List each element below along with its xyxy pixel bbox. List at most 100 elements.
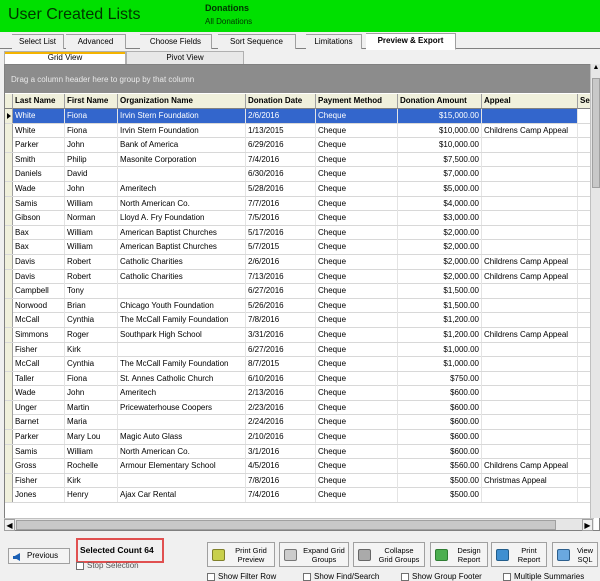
row-selector[interactable] <box>5 269 13 284</box>
cell-donation-amount[interactable]: $750.00 <box>398 371 482 386</box>
cell-organization[interactable]: Pricewaterhouse Coopers <box>118 400 246 415</box>
cell-appeal[interactable] <box>482 225 578 240</box>
cell-first-name[interactable]: Mary Lou <box>65 430 118 445</box>
checkbox-icon[interactable] <box>303 572 311 581</box>
cell-first-name[interactable]: Robert <box>65 269 118 284</box>
column-header-donation-amount[interactable]: Donation Amount <box>398 94 482 109</box>
row-selector[interactable] <box>5 415 13 430</box>
cell-first-name[interactable]: Norman <box>65 211 118 226</box>
cell-donation-date[interactable]: 3/1/2016 <box>246 444 316 459</box>
cell-donation-amount[interactable]: $10,000.00 <box>398 123 482 138</box>
cell-donation-date[interactable]: 7/8/2016 <box>246 313 316 328</box>
cell-last-name[interactable]: Campbell <box>13 284 65 299</box>
cell-appeal[interactable]: Childrens Camp Appeal <box>482 254 578 269</box>
column-header-first-name[interactable]: First Name <box>65 94 118 109</box>
cell-donation-date[interactable]: 3/31/2016 <box>246 327 316 342</box>
cell-donation-date[interactable]: 7/13/2016 <box>246 269 316 284</box>
row-selector[interactable] <box>5 123 13 138</box>
cell-donation-date[interactable]: 7/4/2016 <box>246 152 316 167</box>
cell-payment-method[interactable]: Cheque <box>316 109 398 123</box>
design-report-button[interactable]: Design Report <box>430 542 488 567</box>
table-row[interactable]: Norwood Brian Chicago Youth Foundation 5/26… <box>5 298 599 314</box>
table-row[interactable]: Wade John Ameritech 2/13/2016 Cheque $600.00 <box>5 386 599 401</box>
vertical-scroll-thumb[interactable] <box>592 78 600 188</box>
row-selector[interactable] <box>5 313 13 328</box>
table-row[interactable]: Samis William North American Co. 7/7/2016 Ch… <box>5 196 599 212</box>
cell-appeal[interactable] <box>482 415 578 430</box>
cell-payment-method[interactable]: Cheque <box>316 444 398 459</box>
cell-appeal[interactable] <box>482 284 578 299</box>
column-header-last-name[interactable]: Last Name <box>13 94 65 109</box>
cell-donation-amount[interactable]: $1,500.00 <box>398 298 482 313</box>
cell-donation-amount[interactable]: $7,500.00 <box>398 152 482 167</box>
cell-payment-method[interactable]: Cheque <box>316 430 398 445</box>
print-grid-preview-button[interactable]: Print Grid Preview <box>207 542 275 567</box>
cell-payment-method[interactable]: Cheque <box>316 240 398 255</box>
cell-organization[interactable]: Chicago Youth Foundation <box>118 298 246 313</box>
cell-donation-amount[interactable]: $1,200.00 <box>398 327 482 342</box>
cell-donation-date[interactable]: 8/7/2015 <box>246 357 316 372</box>
cell-appeal[interactable] <box>482 181 578 196</box>
cell-organization[interactable]: Catholic Charities <box>118 269 246 284</box>
table-row[interactable]: Davis Robert Catholic Charities 7/13/2016 Ch… <box>5 269 599 285</box>
cell-first-name[interactable]: Henry <box>65 488 118 503</box>
cell-payment-method[interactable]: Cheque <box>316 181 398 196</box>
cell-first-name[interactable]: Kirk <box>65 342 118 357</box>
cell-appeal[interactable] <box>482 109 578 123</box>
cell-payment-method[interactable]: Cheque <box>316 357 398 372</box>
cell-appeal[interactable]: Childrens Camp Appeal <box>482 269 578 284</box>
cell-payment-method[interactable]: Cheque <box>316 327 398 342</box>
cell-organization[interactable]: Irvin Stern Foundation <box>118 123 246 138</box>
cell-payment-method[interactable]: Cheque <box>316 298 398 313</box>
table-row[interactable]: Barnet Maria 2/24/2016 Cheque $600.00 <box>5 415 599 431</box>
checkbox-icon[interactable] <box>76 561 84 570</box>
cell-payment-method[interactable]: Cheque <box>316 269 398 284</box>
cell-last-name[interactable]: Bax <box>13 240 65 255</box>
cell-last-name[interactable]: Bax <box>13 225 65 240</box>
table-row[interactable]: Smith Philip Masonite Corporation 7/4/2016 C… <box>5 152 599 168</box>
column-header-donation-date[interactable]: Donation Date <box>246 94 316 109</box>
row-selector[interactable] <box>5 109 13 123</box>
cell-last-name[interactable]: McCall <box>13 357 65 372</box>
cell-donation-date[interactable]: 6/10/2016 <box>246 371 316 386</box>
table-row[interactable]: Parker John Bank of America 6/29/2016 Cheque… <box>5 138 599 153</box>
cell-last-name[interactable]: Daniels <box>13 167 65 182</box>
cell-first-name[interactable]: Kirk <box>65 473 118 488</box>
cell-donation-amount[interactable]: $600.00 <box>398 386 482 401</box>
cell-organization[interactable]: Southpark High School <box>118 327 246 342</box>
cell-appeal[interactable]: Childrens Camp Appeal <box>482 459 578 474</box>
table-row[interactable]: Simmons Roger Southpark High School 3/31/20… <box>5 327 599 343</box>
cell-organization[interactable] <box>118 415 246 430</box>
cell-donation-amount[interactable]: $600.00 <box>398 415 482 430</box>
cell-first-name[interactable]: Martin <box>65 400 118 415</box>
cell-payment-method[interactable]: Cheque <box>316 473 398 488</box>
row-selector[interactable] <box>5 342 13 357</box>
cell-donation-date[interactable]: 7/8/2016 <box>246 473 316 488</box>
cell-first-name[interactable]: Fiona <box>65 109 118 123</box>
cell-donation-date[interactable]: 7/4/2016 <box>246 488 316 503</box>
cell-last-name[interactable]: Samis <box>13 196 65 211</box>
cell-organization[interactable]: The McCall Family Foundation <box>118 357 246 372</box>
cell-last-name[interactable]: Gibson <box>13 211 65 226</box>
cell-donation-amount[interactable]: $600.00 <box>398 444 482 459</box>
table-row[interactable]: Gross Rochelle Armour Elementary School 4/5… <box>5 459 599 474</box>
cell-donation-amount[interactable]: $3,000.00 <box>398 211 482 226</box>
row-selector[interactable] <box>5 167 13 182</box>
row-selector[interactable] <box>5 211 13 226</box>
cell-last-name[interactable]: Davis <box>13 254 65 269</box>
cell-payment-method[interactable]: Cheque <box>316 152 398 167</box>
cell-donation-amount[interactable]: $4,000.00 <box>398 196 482 211</box>
column-header-organization-name[interactable]: Organization Name <box>118 94 246 109</box>
column-header-payment-method[interactable]: Payment Method <box>316 94 398 109</box>
cell-last-name[interactable]: Jones <box>13 488 65 503</box>
column-header-appeal[interactable]: Appeal <box>482 94 578 109</box>
table-row[interactable]: Bax William American Baptist Churches 5/17/… <box>5 225 599 241</box>
cell-payment-method[interactable]: Cheque <box>316 196 398 211</box>
table-row[interactable]: McCall Cynthia The McCall Family Foundatio… <box>5 357 599 372</box>
multiple-summaries-checkbox[interactable]: Multiple Summaries <box>503 572 584 581</box>
table-row[interactable]: Unger Martin Pricewaterhouse Coopers 2/23/2… <box>5 400 599 416</box>
horizontal-scroll-thumb[interactable] <box>16 520 556 530</box>
row-selector[interactable] <box>5 400 13 415</box>
checkbox-icon[interactable] <box>401 572 409 581</box>
row-selector[interactable] <box>5 430 13 445</box>
